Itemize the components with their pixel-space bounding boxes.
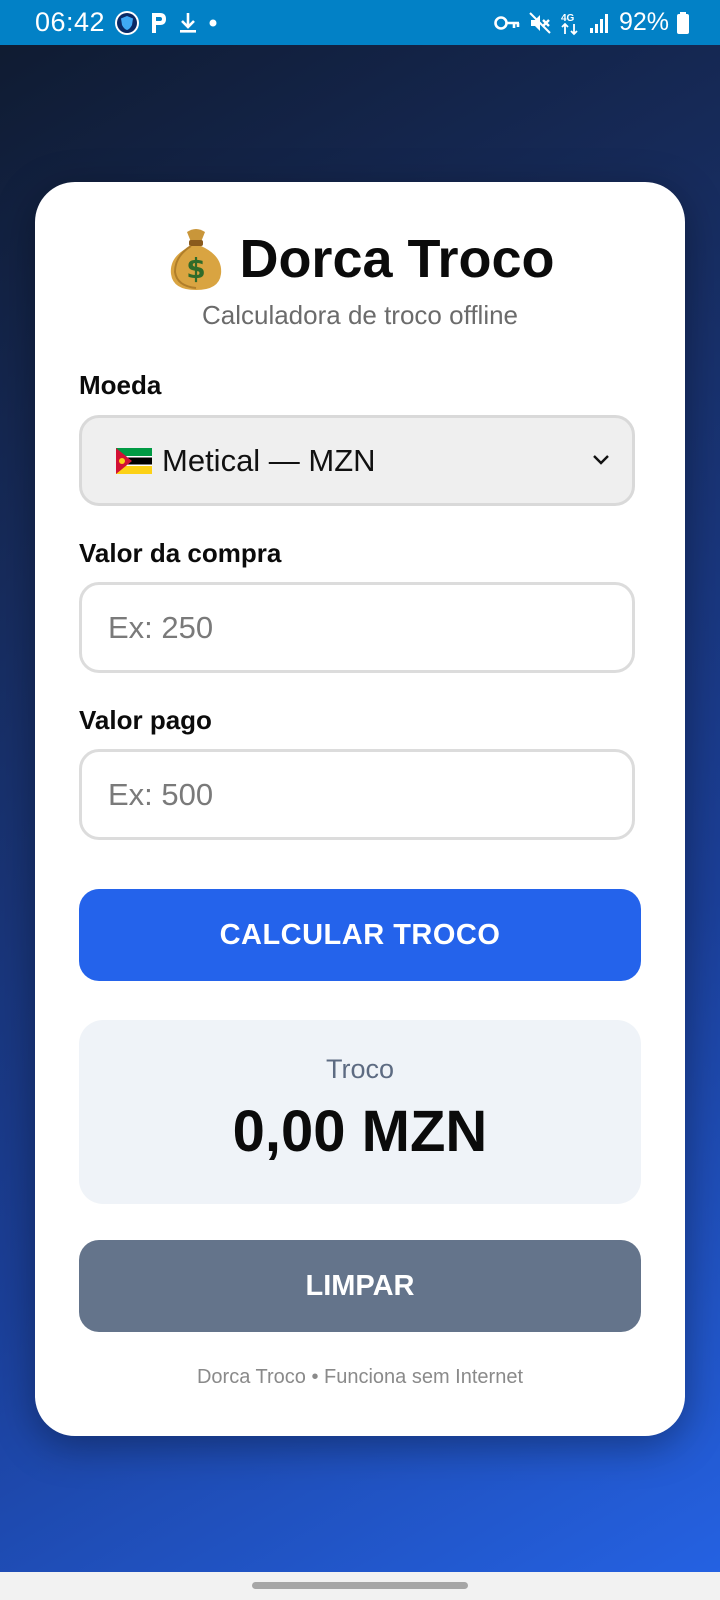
paid-amount-input[interactable]: Ex: 500 — [79, 749, 635, 840]
currency-label: Moeda — [79, 370, 162, 400]
paid-placeholder: Ex: 500 — [108, 776, 214, 812]
footer-text: Dorca Troco • Funciona sem Internet — [196, 1366, 524, 1388]
purchase-amount-input[interactable]: Ex: 250 — [79, 582, 635, 673]
p-app-icon — [149, 11, 169, 35]
navigation-bar — [0, 1572, 720, 1600]
status-right: 4G 92% — [493, 0, 690, 45]
purchase-label: Valor da compra — [79, 538, 282, 568]
signal-icon — [588, 11, 612, 35]
currency-select[interactable]: Metical — MZN — [79, 415, 635, 506]
home-gesture-handle[interactable] — [252, 1582, 468, 1589]
download-icon — [178, 11, 198, 35]
chevron-down-icon — [593, 455, 609, 465]
status-bar: 06:42 4G 92% — [0, 0, 720, 45]
battery-percent: 92% — [618, 8, 669, 36]
key-icon — [493, 13, 521, 33]
clear-button[interactable]: LIMPAR — [79, 1240, 641, 1332]
title-row: $ Dorca Troco — [35, 224, 685, 294]
paid-label: Valor pago — [79, 705, 212, 735]
network-4g-icon: 4G — [559, 10, 581, 36]
battery-icon — [676, 11, 690, 35]
result-value: 0,00 MZN — [232, 1099, 488, 1164]
app-title: Dorca Troco — [239, 229, 555, 289]
dot-icon — [207, 17, 219, 29]
currency-value: Metical — MZN — [162, 442, 376, 478]
purchase-placeholder: Ex: 250 — [108, 609, 214, 645]
calculator-card: $ Dorca Troco Calculadora de troco offli… — [35, 182, 685, 1436]
result-label: Troco — [325, 1054, 394, 1084]
mozambique-flag-icon — [116, 447, 152, 474]
svg-text:4G: 4G — [561, 13, 575, 24]
status-time: 06:42 — [35, 7, 106, 37]
app-subtitle: Calculadora de troco offline — [201, 300, 519, 330]
shield-app-icon — [114, 10, 140, 36]
svg-text:$: $ — [187, 252, 206, 285]
calculate-change-button[interactable]: CALCULAR TROCO — [79, 889, 641, 981]
result-panel: Troco 0,00 MZN — [79, 1020, 641, 1204]
mute-icon — [528, 11, 552, 35]
money-bag-icon: $ — [171, 229, 222, 290]
status-left: 06:42 — [35, 0, 219, 45]
